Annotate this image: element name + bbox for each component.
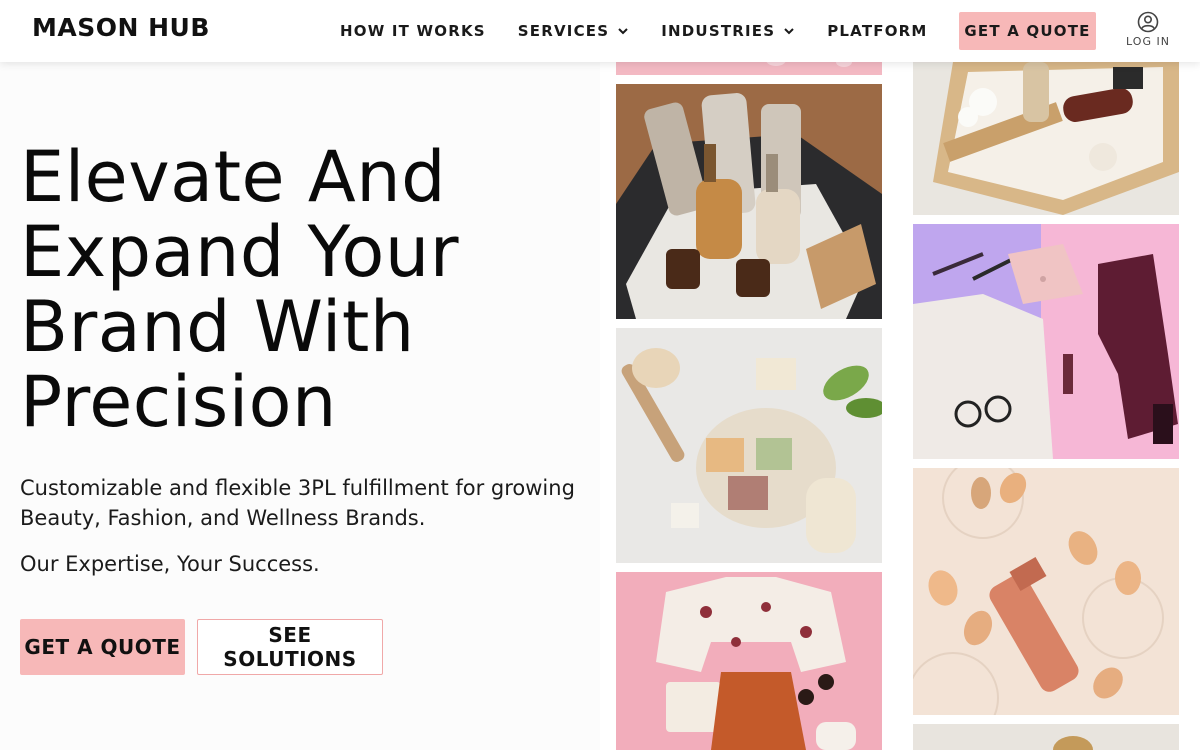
serum-bottles-box-image <box>616 84 882 319</box>
chevron-down-icon <box>784 28 794 35</box>
user-icon <box>1137 11 1159 33</box>
soap-bars-brush-image <box>616 328 882 563</box>
main-nav: HOW IT WORKS SERVICES INDUSTRIES PLATFOR… <box>340 0 960 62</box>
hero-subheadline: Customizable and flexible 3PL fulfillmen… <box>20 476 575 530</box>
nav-industries[interactable]: INDUSTRIES <box>661 22 795 40</box>
nav-services-label: SERVICES <box>517 22 610 40</box>
header-get-quote-button[interactable]: GET A QUOTE <box>959 12 1096 50</box>
nav-industries-label: INDUSTRIES <box>661 22 776 40</box>
nav-how-it-works[interactable]: HOW IT WORKS <box>340 22 486 40</box>
nav-services[interactable]: SERVICES <box>518 22 629 40</box>
hero-headline: Elevate And Expand Your Brand With Preci… <box>20 136 459 443</box>
chevron-down-icon <box>618 28 628 35</box>
nav-platform[interactable]: PLATFORM <box>827 22 927 40</box>
site-header: MASON HUB HOW IT WORKS SERVICES INDUSTRI… <box>0 0 1200 62</box>
hero-tagline: Our Expertise, Your Success. <box>20 552 320 576</box>
nav-how-it-works-label: HOW IT WORKS <box>340 22 486 40</box>
get-quote-button[interactable]: GET A QUOTE <box>20 619 185 675</box>
bottom-product-peek-image <box>913 724 1179 750</box>
see-solutions-button[interactable]: SEE SOLUTIONS <box>197 619 383 675</box>
nav-platform-label: PLATFORM <box>827 22 928 40</box>
fashion-accessories-flatlay-image <box>913 224 1179 459</box>
login-link[interactable]: LOG IN <box>1124 11 1172 48</box>
cotton-comb-gift-box-image <box>913 62 1179 215</box>
floral-outfit-flatlay-image <box>616 572 882 750</box>
brand-logo[interactable]: MASON HUB <box>32 13 210 42</box>
login-label: LOG IN <box>1126 35 1170 48</box>
makeup-sponges-bottle-image <box>913 468 1179 715</box>
